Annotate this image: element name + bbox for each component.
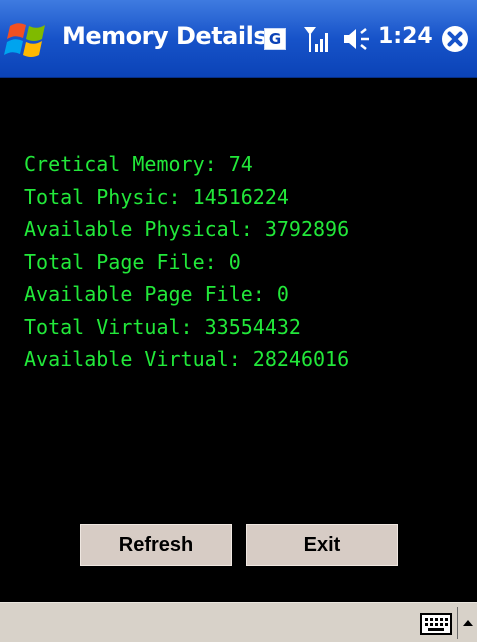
windows-flag-icon — [4, 23, 45, 57]
close-icon[interactable] — [440, 24, 470, 54]
sip-divider — [457, 607, 458, 639]
memory-line-available-virtual: Available Virtual: 28246016 — [24, 347, 350, 371]
title-bar: Memory Details G 1:24 — [0, 0, 477, 78]
up-arrow-icon[interactable] — [461, 615, 475, 631]
start-button[interactable] — [4, 14, 54, 64]
memory-line-total-page-file: Total Page File: 0 — [24, 249, 241, 274]
memory-line-available-physical: Available Physical: 3792896 — [24, 217, 350, 241]
menu-bar — [0, 602, 477, 642]
window-title: Memory Details — [62, 22, 268, 50]
memory-details-list: Cretical Memory: 74 Total Physic: 145162… — [24, 148, 349, 376]
speaker-volume-icon[interactable] — [342, 26, 372, 52]
g-status-icon[interactable]: G — [264, 28, 286, 50]
memory-line-available-page-file: Available Page File: 0 — [24, 282, 289, 306]
clock[interactable]: 1:24 — [378, 24, 433, 49]
memory-line-total-virtual: Total Virtual: 33554432 — [24, 314, 301, 339]
content-area: Cretical Memory: 74 Total Physic: 145162… — [0, 78, 477, 602]
memory-line-total-physic: Total Physic: 14516224 — [24, 184, 289, 209]
exit-button[interactable]: Exit — [246, 524, 398, 566]
memory-line-cretical-memory: Cretical Memory: 74 — [24, 152, 253, 176]
signal-strength-icon[interactable] — [303, 24, 331, 54]
keyboard-icon[interactable] — [420, 613, 452, 635]
refresh-button[interactable]: Refresh — [80, 524, 232, 566]
